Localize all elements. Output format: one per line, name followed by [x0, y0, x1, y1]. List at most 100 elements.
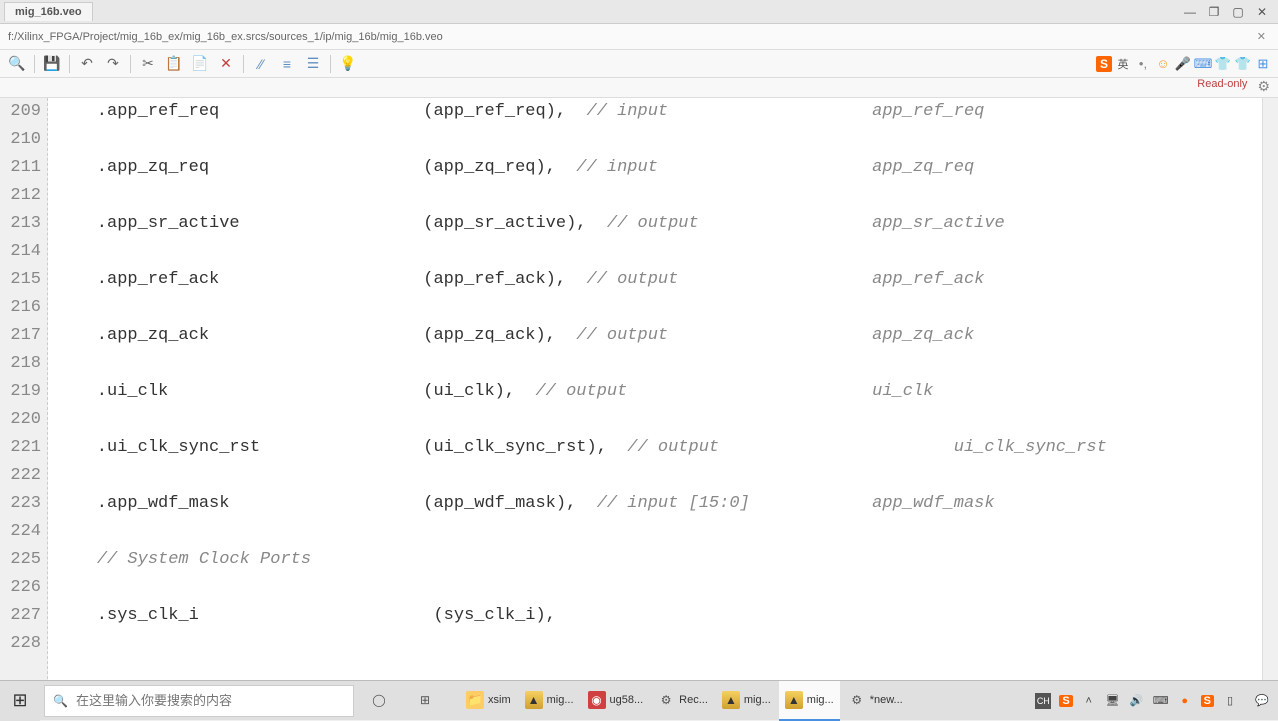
taskbar-app-mig[interactable]: ▲mig...	[519, 681, 580, 721]
code-line[interactable]	[56, 350, 1262, 378]
line-number: 220	[0, 406, 41, 434]
code-line[interactable]	[56, 406, 1262, 434]
delete-icon[interactable]: ✕	[215, 53, 237, 75]
cortana-button[interactable]: ◯	[364, 681, 408, 721]
ime-mode[interactable]: 英	[1114, 55, 1132, 73]
taskbar-app-new[interactable]: ⚙ *new...	[842, 681, 909, 721]
line-number: 223	[0, 490, 41, 518]
ime-badge-icon[interactable]: S	[1096, 56, 1112, 72]
taskbar-app-label: ug58...	[610, 694, 644, 706]
tray-notification-icon[interactable]: 💬	[1254, 693, 1270, 709]
taskbar-app-xsim[interactable]: 📁 xsim	[460, 681, 517, 721]
tray-battery-icon[interactable]: ▯	[1222, 693, 1238, 709]
ime-punct-icon[interactable]: •,	[1134, 55, 1152, 73]
gear-icon[interactable]: ⚙	[1257, 78, 1270, 95]
tray-orange-icon[interactable]: ●	[1177, 693, 1193, 709]
code-line[interactable]: .app_ref_ack (app_ref_ack), // output ap…	[56, 266, 1262, 294]
code-line[interactable]	[56, 126, 1262, 154]
red-icon: ◉	[588, 691, 606, 709]
ime-emoji-icon[interactable]: ☺	[1154, 55, 1172, 73]
taskbar-app-label: mig...	[744, 694, 771, 706]
taskbar-app-mig[interactable]: ▲mig...	[716, 681, 777, 721]
paste-icon[interactable]: 📄	[189, 53, 211, 75]
format-icon[interactable]: ≡	[276, 53, 298, 75]
tray-ime-icon[interactable]: S	[1059, 695, 1072, 707]
line-number: 225	[0, 546, 41, 574]
maximize-icon[interactable]: ❐	[1206, 4, 1222, 20]
tray-keyboard-icon[interactable]: ⌨	[1153, 693, 1169, 709]
taskbar-app-label: *new...	[870, 694, 903, 706]
search-icon: 🔍	[53, 694, 68, 708]
tray-ch-badge[interactable]: CH	[1035, 693, 1051, 709]
ime-grid-icon[interactable]: ⊞	[1254, 55, 1272, 73]
code-line[interactable]: .app_wdf_mask (app_wdf_mask), // input […	[56, 490, 1262, 518]
code-line[interactable]	[56, 294, 1262, 322]
line-number: 222	[0, 462, 41, 490]
code-line[interactable]: // System Clock Ports	[56, 546, 1262, 574]
restore-icon[interactable]: ▢	[1230, 4, 1246, 20]
save-icon[interactable]: 💾	[41, 53, 63, 75]
line-number: 209	[0, 98, 41, 126]
editor-toolbar: 🔍 💾 ↶ ↷ ✂ 📋 📄 ✕ ⁄⁄ ≡ ☰ 💡 S 英 •, ☺ 🎤 ⌨ 👕 …	[0, 50, 1278, 78]
sys-icon: ⚙	[848, 691, 866, 709]
ime-status-bar: S 英 •, ☺ 🎤 ⌨ 👕 👕 ⊞	[1096, 55, 1272, 73]
minimize-icon[interactable]: —	[1182, 4, 1198, 20]
tray-volume-icon[interactable]: 🔊	[1129, 693, 1145, 709]
line-gutter: 2092102112122132142152162172182192202212…	[0, 98, 48, 704]
line-number: 216	[0, 294, 41, 322]
code-line[interactable]	[56, 238, 1262, 266]
taskbar-app-label: xsim	[488, 694, 511, 706]
search-icon[interactable]: 🔍	[6, 53, 28, 75]
code-line[interactable]	[56, 518, 1262, 546]
taskbar-app-mig[interactable]: ▲mig...	[779, 681, 840, 721]
taskbar-search[interactable]: 🔍	[44, 685, 354, 717]
code-line[interactable]	[56, 574, 1262, 602]
taskview-button[interactable]: ⊞	[410, 681, 454, 721]
ime-tool-icon[interactable]: 👕	[1234, 55, 1252, 73]
line-number: 211	[0, 154, 41, 182]
system-tray: CH S ˄ 🖥 🔊 ⌨ ● S ▯ 💬	[1035, 693, 1278, 709]
code-line[interactable]: .app_zq_ack (app_zq_ack), // output app_…	[56, 322, 1262, 350]
code-editor[interactable]: 2092102112122132142152162172182192202212…	[0, 98, 1278, 704]
sys-icon: ⚙	[657, 691, 675, 709]
code-line[interactable]: .app_ref_req (app_ref_req), // input app…	[56, 98, 1262, 126]
file-tab[interactable]: mig_16b.veo	[4, 2, 93, 21]
taskbar-app-Rec[interactable]: ⚙ Rec...	[651, 681, 714, 721]
close-icon[interactable]: ✕	[1254, 4, 1270, 20]
folder-icon: 📁	[466, 691, 484, 709]
code-line[interactable]	[56, 630, 1262, 658]
line-number: 215	[0, 266, 41, 294]
comment-icon[interactable]: ⁄⁄	[250, 53, 272, 75]
close-file-icon[interactable]: ✕	[1253, 30, 1270, 43]
cut-icon[interactable]: ✂	[137, 53, 159, 75]
code-line[interactable]: .app_zq_req (app_zq_req), // input app_z…	[56, 154, 1262, 182]
code-line[interactable]: .app_sr_active (app_sr_active), // outpu…	[56, 210, 1262, 238]
vertical-scrollbar[interactable]	[1262, 98, 1278, 704]
taskbar-app-label: Rec...	[679, 694, 708, 706]
redo-icon[interactable]: ↷	[102, 53, 124, 75]
start-button[interactable]: ⊞	[0, 681, 40, 721]
line-number: 226	[0, 574, 41, 602]
tray-network-icon[interactable]: 🖥	[1105, 693, 1121, 709]
ime-skin-icon[interactable]: 👕	[1214, 55, 1232, 73]
ime-keyboard-icon[interactable]: ⌨	[1194, 55, 1212, 73]
tray-up-icon[interactable]: ˄	[1081, 693, 1097, 709]
code-line[interactable]: .ui_clk_sync_rst (ui_clk_sync_rst), // o…	[56, 434, 1262, 462]
undo-icon[interactable]: ↶	[76, 53, 98, 75]
code-line[interactable]	[56, 462, 1262, 490]
code-area[interactable]: .app_ref_req (app_ref_req), // input app…	[48, 98, 1262, 704]
search-input[interactable]	[76, 693, 345, 708]
indent-icon[interactable]: ☰	[302, 53, 324, 75]
readonly-label: Read-only	[1197, 78, 1247, 95]
taskbar-app-ug58[interactable]: ◉ ug58...	[582, 681, 650, 721]
help-icon[interactable]: 💡	[337, 53, 359, 75]
code-line[interactable]: .ui_clk (ui_clk), // output ui_clk	[56, 378, 1262, 406]
line-number: 219	[0, 378, 41, 406]
ime-mic-icon[interactable]: 🎤	[1174, 55, 1192, 73]
code-line[interactable]: .sys_clk_i (sys_clk_i),	[56, 602, 1262, 630]
line-number: 210	[0, 126, 41, 154]
tray-ime2-icon[interactable]: S	[1201, 695, 1214, 707]
copy-icon[interactable]: 📋	[163, 53, 185, 75]
line-number: 227	[0, 602, 41, 630]
code-line[interactable]	[56, 182, 1262, 210]
